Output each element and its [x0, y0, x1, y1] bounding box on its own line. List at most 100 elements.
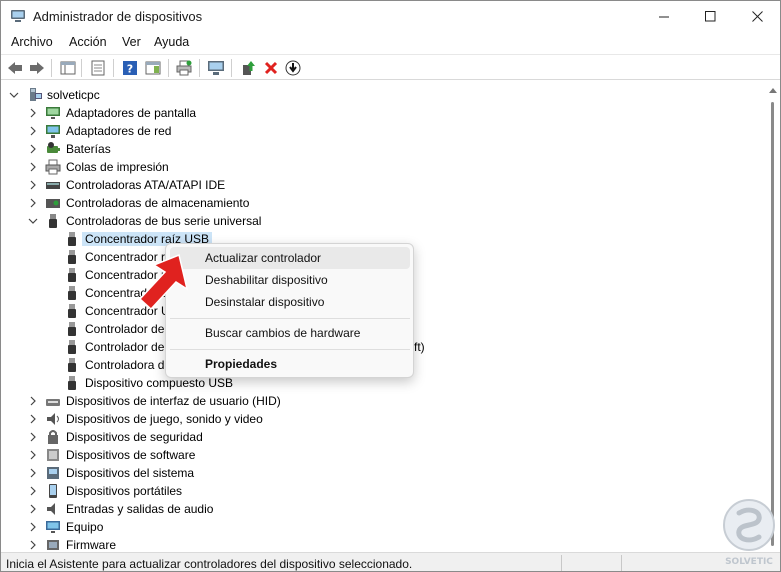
- tree-category[interactable]: Dispositivos de interfaz de usuario (HID…: [1, 392, 766, 410]
- device-manager-icon: [11, 10, 25, 22]
- usb-device-icon: [68, 232, 76, 246]
- tree-category[interactable]: Firmware: [1, 536, 766, 551]
- red-pointer-arrow-icon: [138, 253, 189, 311]
- menu-archivo[interactable]: Archivo: [11, 35, 53, 49]
- ctx-separator: [170, 318, 410, 319]
- chevron-right-icon[interactable]: [28, 539, 38, 551]
- scroll-up-icon[interactable]: [769, 87, 777, 93]
- toolbar-separator: [113, 59, 114, 77]
- tree-category[interactable]: Dispositivos del sistema: [1, 464, 766, 482]
- menu-ayuda[interactable]: Ayuda: [154, 35, 189, 49]
- security-icon: [48, 430, 58, 444]
- red-x-icon: [264, 61, 278, 75]
- menu-ver[interactable]: Ver: [122, 35, 141, 49]
- network-adapter-icon: [46, 125, 60, 138]
- chevron-right-icon[interactable]: [28, 449, 38, 461]
- update-driver-icon: [243, 61, 255, 75]
- disable-device-button[interactable]: [284, 59, 302, 77]
- tree-category[interactable]: Dispositivos de software: [1, 446, 766, 464]
- watermark-text: SOLVETIC: [725, 557, 773, 567]
- status-bar: Inicia el Asistente para actualizar cont…: [1, 552, 780, 571]
- tree-root[interactable]: solveticpc: [1, 86, 766, 104]
- usb-device-icon: [68, 250, 76, 264]
- tree-category[interactable]: Entradas y salidas de audio: [1, 500, 766, 518]
- tree-category[interactable]: Controladoras ATA/ATAPI IDE: [1, 176, 766, 194]
- maximize-button[interactable]: [687, 1, 733, 32]
- tree-item-label: Dispositivos portátiles: [66, 484, 183, 498]
- ctx-scan-hardware[interactable]: Buscar cambios de hardware: [170, 322, 410, 344]
- chevron-right-icon[interactable]: [28, 413, 38, 425]
- solvetic-logo-icon: SOLVETIC: [723, 499, 775, 567]
- minimize-button[interactable]: [641, 1, 687, 32]
- tree-category[interactable]: Baterías: [1, 140, 766, 158]
- chevron-right-icon[interactable]: [28, 503, 38, 515]
- menu-accion[interactable]: Acción: [69, 35, 107, 49]
- close-button[interactable]: [734, 1, 780, 32]
- ctx-disable-device[interactable]: Deshabilitar dispositivo: [170, 269, 410, 291]
- chevron-right-icon[interactable]: [28, 521, 38, 533]
- tree-category[interactable]: Dispositivos de juego, sonido y video: [1, 410, 766, 428]
- chevron-right-icon[interactable]: [28, 107, 38, 119]
- usb-device-icon: [68, 286, 76, 300]
- print-button[interactable]: [175, 59, 193, 77]
- update-driver-button[interactable]: [239, 59, 257, 77]
- chevron-right-icon[interactable]: [28, 395, 38, 407]
- chevron-right-icon[interactable]: [28, 431, 38, 443]
- audio-io-icon: [47, 503, 55, 515]
- tree-category[interactable]: Dispositivos portátiles: [1, 482, 766, 500]
- chevron-right-icon[interactable]: [28, 485, 38, 497]
- show-hide-console-tree-button[interactable]: [59, 59, 77, 77]
- back-arrow-icon: [8, 62, 22, 74]
- tree-item-label: Dispositivos del sistema: [66, 466, 195, 480]
- help-button[interactable]: ?: [121, 59, 139, 77]
- menu-bar: Archivo Acción Ver Ayuda: [1, 32, 780, 54]
- tree-item-label: Dispositivos de interfaz de usuario (HID…: [66, 394, 281, 408]
- scan-hardware-button[interactable]: [207, 59, 225, 77]
- tree-category[interactable]: Adaptadores de red: [1, 122, 766, 140]
- display-adapter-icon: [46, 107, 60, 119]
- usb-icon: [49, 214, 57, 228]
- printer-icon: [176, 60, 192, 76]
- uninstall-device-button[interactable]: [262, 59, 280, 77]
- svg-text:?: ?: [127, 63, 133, 76]
- action-pane-button[interactable]: [144, 59, 162, 77]
- back-button[interactable]: [6, 59, 24, 77]
- chevron-down-icon[interactable]: [28, 215, 38, 227]
- tree-item-label: Controlador de: [85, 340, 165, 354]
- hid-icon: [46, 399, 60, 406]
- tree-item-label: Adaptadores de red: [66, 124, 172, 138]
- computer-icon: [30, 88, 42, 101]
- chevron-right-icon[interactable]: [28, 125, 38, 137]
- ctx-uninstall-device[interactable]: Desinstalar dispositivo: [170, 291, 410, 313]
- tree-category[interactable]: Equipo: [1, 518, 766, 536]
- tree-category[interactable]: Colas de impresión: [1, 158, 766, 176]
- storage-controller-icon: [46, 199, 60, 208]
- chevron-right-icon[interactable]: [28, 467, 38, 479]
- tree-category[interactable]: Controladoras de bus serie universal: [1, 212, 766, 230]
- ctx-update-driver[interactable]: Actualizar controlador: [170, 247, 410, 269]
- scroll-thumb[interactable]: [771, 102, 774, 546]
- usb-device-icon: [68, 340, 76, 354]
- ctx-properties[interactable]: Propiedades: [170, 353, 410, 375]
- tree-category[interactable]: Adaptadores de pantalla: [1, 104, 766, 122]
- vertical-scrollbar[interactable]: [766, 81, 780, 551]
- battery-icon: [47, 142, 60, 153]
- properties-sheet-button[interactable]: [89, 59, 107, 77]
- tree-category[interactable]: Dispositivos de seguridad: [1, 428, 766, 446]
- toolbar-separator: [168, 59, 169, 77]
- toolbar-separator: [51, 59, 52, 77]
- tree-item-label: Colas de impresión: [66, 160, 169, 174]
- tree-item-label: Dispositivos de juego, sonido y video: [66, 412, 263, 426]
- tree-category[interactable]: Controladoras de almacenamiento: [1, 194, 766, 212]
- chevron-right-icon[interactable]: [28, 161, 38, 173]
- title-bar[interactable]: Administrador de dispositivos: [1, 1, 780, 32]
- chevron-right-icon[interactable]: [28, 197, 38, 209]
- download-circle-icon: [285, 60, 301, 76]
- forward-button[interactable]: [28, 59, 46, 77]
- printer-icon: [45, 159, 61, 175]
- status-divider: [621, 555, 622, 571]
- chevron-right-icon[interactable]: [28, 143, 38, 155]
- toolbar-separator: [199, 59, 200, 77]
- chevron-right-icon[interactable]: [28, 179, 38, 191]
- tree-root-label: solveticpc: [47, 88, 100, 102]
